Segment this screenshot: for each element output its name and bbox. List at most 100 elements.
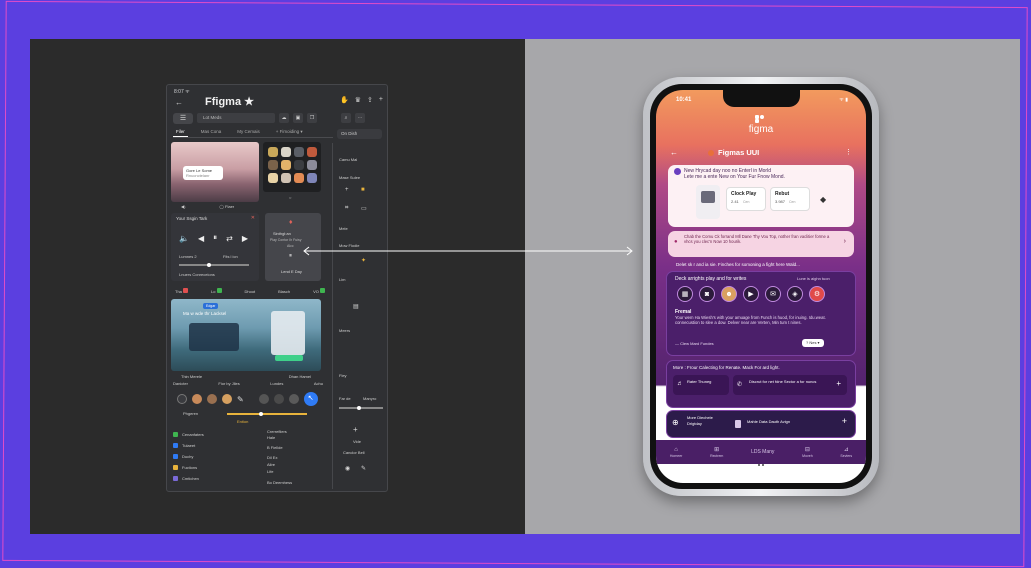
- cursor-tool-icon[interactable]: ↖: [303, 392, 318, 406]
- pause-icon[interactable]: ⏸: [213, 233, 217, 243]
- plus-icon[interactable]: +: [353, 425, 358, 434]
- pencil-icon[interactable]: ✎: [237, 395, 244, 404]
- brush-tool-4-icon[interactable]: [222, 394, 232, 404]
- brush-tool-2-icon[interactable]: [192, 394, 202, 404]
- previous-icon[interactable]: ◀: [198, 234, 204, 243]
- sidebar-item-fley[interactable]: Fley: [339, 373, 347, 378]
- chevron-right-icon[interactable]: ›: [844, 238, 846, 245]
- bottom-action-2[interactable]: Mahle Data Dauth Avign: [747, 419, 797, 425]
- list-slider[interactable]: [227, 412, 307, 416]
- landscape-green-button[interactable]: [275, 355, 303, 361]
- pen-icon[interactable]: ✎: [361, 465, 366, 472]
- grid-icon-9[interactable]: [268, 173, 278, 183]
- landscape-card[interactable]: Edgar Ma w wde thr Lacksel: [171, 299, 321, 371]
- list-item[interactable]: Tulaeet: [173, 443, 195, 448]
- grid-icon-7[interactable]: [294, 160, 304, 170]
- sidebar-item-meers[interactable]: Meers: [339, 328, 350, 333]
- camera-icon[interactable]: ◉: [345, 465, 350, 472]
- nav-seviers[interactable]: ⊿ Seviers: [840, 446, 852, 458]
- add-icon[interactable]: +: [842, 416, 847, 426]
- cloud-icon[interactable]: ☁: [279, 113, 289, 123]
- file-search-input[interactable]: Lot Meds: [197, 113, 275, 123]
- grid-icon-10[interactable]: [281, 173, 291, 183]
- share-icon[interactable]: ⇪: [367, 96, 373, 104]
- rebut-badge[interactable]: Rebut 3.987 Cen: [770, 187, 810, 211]
- list-item[interactable]: Dil Ex: [267, 455, 277, 460]
- sidebar-item-camu-mal[interactable]: Camu Mal: [339, 157, 357, 162]
- next-icon[interactable]: ▶: [242, 234, 248, 243]
- nav-lds-many[interactable]: LDS Many: [751, 449, 774, 455]
- on-dish-chip[interactable]: On Dish: [337, 129, 382, 139]
- add-icon[interactable]: +: [379, 96, 383, 104]
- play-app-icon[interactable]: ▶: [743, 286, 759, 302]
- shuffle-icon[interactable]: ⇄: [226, 234, 233, 243]
- frame-icon[interactable]: ⌗: [345, 205, 348, 212]
- mountain-footer-right[interactable]: ◯ Flaer: [219, 204, 234, 209]
- shield-app-icon[interactable]: ◈: [787, 286, 803, 302]
- brush-tool-7-icon[interactable]: [288, 394, 299, 404]
- sidebar-item-lim[interactable]: Lim: [339, 277, 345, 282]
- tile-rater[interactable]: ♬ Rater Thuneg: [673, 375, 729, 395]
- list-item[interactable]: Hale: [267, 435, 275, 440]
- copy-icon[interactable]: ❐: [307, 113, 317, 123]
- grid-icon-11[interactable]: [294, 173, 304, 183]
- sidebar-slider[interactable]: [339, 406, 383, 410]
- plus-icon[interactable]: +: [345, 187, 349, 193]
- sidebar-item-mase-sulee[interactable]: Mase Sulee: [339, 175, 360, 180]
- avatar-app-icon[interactable]: ☻: [721, 286, 737, 302]
- grid-icon-2[interactable]: [281, 147, 291, 157]
- sidebar-item-vide[interactable]: Vide: [353, 439, 361, 444]
- calendar-app-icon[interactable]: ▦: [677, 286, 693, 302]
- add-icon[interactable]: +: [836, 379, 841, 388]
- shape-icon[interactable]: ■: [361, 187, 365, 193]
- tile-discrut[interactable]: ✆ Discrut for net fdne Sector a for nunc…: [733, 375, 847, 395]
- sparkle-icon[interactable]: ✦: [361, 257, 366, 264]
- list-item[interactable]: Fuctions: [173, 465, 197, 470]
- sidebar-item-manyro[interactable]: Manyro: [363, 396, 376, 401]
- camera-app-icon[interactable]: ◙: [699, 286, 715, 302]
- back-arrow-icon[interactable]: ←: [670, 148, 678, 157]
- add-circle-icon[interactable]: ⊕: [672, 418, 679, 427]
- list-item[interactable]: Cenanfaters: [173, 432, 204, 437]
- mail-app-icon[interactable]: ✉: [765, 286, 781, 302]
- grid-icon-4[interactable]: [307, 147, 317, 157]
- layers-icon[interactable]: ▤: [353, 303, 359, 310]
- grid-icon-8[interactable]: [307, 160, 317, 170]
- mountain-footer-left[interactable]: ◀): [181, 204, 185, 209]
- grid-icon-12[interactable]: [307, 173, 317, 183]
- notice-card[interactable]: ● Chab the Comu Ck forrand Mll Dane Thy …: [668, 231, 854, 257]
- tab-mas-cona[interactable]: Mas Cona: [198, 128, 225, 137]
- tab-filer[interactable]: Filer: [173, 128, 188, 137]
- list-item[interactable]: B Fiellde: [267, 445, 283, 450]
- feed-button[interactable]: ? Nes ▾: [802, 339, 824, 347]
- grid-icon-3[interactable]: [294, 147, 304, 157]
- list-item[interactable]: Cmtichen: [173, 476, 199, 481]
- sidebar-item-far-de[interactable]: Far de: [339, 396, 351, 401]
- mini-pause-icon[interactable]: ⏸: [289, 253, 292, 260]
- brush-tool-5-icon[interactable]: [258, 394, 269, 404]
- car-icon[interactable]: ▭: [361, 205, 367, 212]
- list-item[interactable]: Ailre: [267, 462, 275, 467]
- icon-grid-card[interactable]: [263, 142, 321, 192]
- list-item[interactable]: Life: [267, 469, 273, 474]
- tab-my-cemais[interactable]: My Cemais: [234, 128, 263, 137]
- bookmark-icon[interactable]: ◆: [820, 195, 826, 204]
- nav-moveh[interactable]: ⊟ Moveh: [802, 446, 813, 458]
- grid-icon-1[interactable]: [268, 147, 278, 157]
- more-vertical-icon[interactable]: ⋮: [845, 148, 852, 156]
- settings-app-icon[interactable]: ⚙: [809, 286, 825, 302]
- close-icon[interactable]: ✕: [251, 215, 255, 221]
- brush-tool-1-icon[interactable]: [177, 394, 187, 404]
- zoom-icon[interactable]: ⌕: [341, 113, 351, 123]
- bottom-action-1[interactable]: More Diechele Drlgtday: [687, 415, 727, 427]
- hamburger-menu-icon[interactable]: ☰: [173, 112, 193, 124]
- volume-icon[interactable]: 🔈: [179, 234, 189, 243]
- feed-link[interactable]: — Clew Mard Fundes: [675, 341, 714, 347]
- clock-play-badge[interactable]: Clock Play 2.41 Cen: [726, 187, 766, 211]
- crown-icon[interactable]: ♛: [355, 96, 361, 104]
- grid-icon-6[interactable]: [281, 160, 291, 170]
- player-slider[interactable]: [179, 263, 249, 267]
- brush-tool-6-icon[interactable]: [273, 394, 284, 404]
- list-item[interactable]: Bo Deemhess: [267, 480, 292, 485]
- image-icon[interactable]: ▣: [293, 113, 303, 123]
